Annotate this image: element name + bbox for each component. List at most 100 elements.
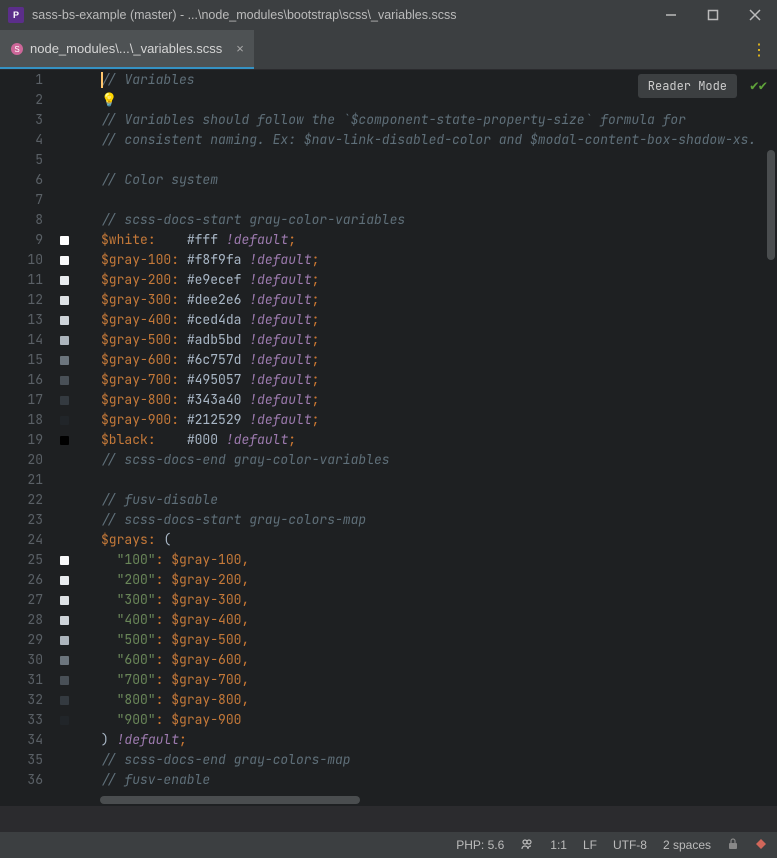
line-number[interactable]: 15 <box>0 350 43 370</box>
line-number[interactable]: 13 <box>0 310 43 330</box>
color-swatch-icon[interactable] <box>60 316 69 325</box>
code-line[interactable]: $gray-100: #f8f9fa !default; <box>101 250 777 270</box>
code-line[interactable] <box>101 150 777 170</box>
line-number[interactable]: 27 <box>0 590 43 610</box>
code-line[interactable]: $black: #000 !default; <box>101 430 777 450</box>
code-line[interactable]: // Variables <box>101 70 777 90</box>
line-number[interactable]: 1 <box>0 70 43 90</box>
code-editor[interactable]: Reader Mode ✔✔ 1234567891011121314151617… <box>0 70 777 806</box>
code-line[interactable]: // scss-docs-end gray-colors-map <box>101 750 777 770</box>
vertical-scrollbar[interactable] <box>767 150 775 260</box>
line-number[interactable]: 16 <box>0 370 43 390</box>
titlebar[interactable]: P sass-bs-example (master) - ...\node_mo… <box>0 0 777 30</box>
code-line[interactable]: "800": $gray-800, <box>101 690 777 710</box>
line-number[interactable]: 10 <box>0 250 43 270</box>
line-number[interactable]: 12 <box>0 290 43 310</box>
code-line[interactable]: $gray-600: #6c757d !default; <box>101 350 777 370</box>
code-line[interactable]: $gray-800: #343a40 !default; <box>101 390 777 410</box>
line-number[interactable]: 14 <box>0 330 43 350</box>
line-number-gutter[interactable]: 1234567891011121314151617181920212223242… <box>0 70 55 806</box>
line-number[interactable]: 20 <box>0 450 43 470</box>
line-number[interactable]: 35 <box>0 750 43 770</box>
tab-close-button[interactable]: × <box>236 41 244 56</box>
line-number[interactable]: 29 <box>0 630 43 650</box>
line-number[interactable]: 24 <box>0 530 43 550</box>
code-line[interactable]: "500": $gray-500, <box>101 630 777 650</box>
line-number[interactable]: 36 <box>0 770 43 790</box>
color-swatch-icon[interactable] <box>60 376 69 385</box>
maximize-button[interactable] <box>699 5 727 25</box>
code-line[interactable]: $gray-900: #212529 !default; <box>101 410 777 430</box>
line-number[interactable]: 4 <box>0 130 43 150</box>
color-swatch-icon[interactable] <box>60 616 69 625</box>
color-swatch-icon[interactable] <box>60 576 69 585</box>
color-swatch-icon[interactable] <box>60 356 69 365</box>
line-number[interactable]: 33 <box>0 710 43 730</box>
code-line[interactable]: $gray-200: #e9ecef !default; <box>101 270 777 290</box>
color-swatch-icon[interactable] <box>60 436 69 445</box>
code-line[interactable]: // fusv-enable <box>101 770 777 790</box>
color-swatch-icon[interactable] <box>60 416 69 425</box>
line-number[interactable]: 26 <box>0 570 43 590</box>
line-number[interactable]: 2 <box>0 90 43 110</box>
code-line[interactable]: ) !default; <box>101 730 777 750</box>
code-line[interactable]: // scss-docs-start gray-color-variables <box>101 210 777 230</box>
line-number[interactable]: 32 <box>0 690 43 710</box>
code-line[interactable] <box>101 190 777 210</box>
code-line[interactable]: $white: #fff !default; <box>101 230 777 250</box>
tab-actions-menu[interactable]: ⋮ <box>741 30 777 69</box>
color-swatch-icon[interactable] <box>60 236 69 245</box>
code-line[interactable]: $gray-700: #495057 !default; <box>101 370 777 390</box>
line-number[interactable]: 17 <box>0 390 43 410</box>
close-button[interactable] <box>741 5 769 25</box>
intention-bulb-icon[interactable]: 💡 <box>101 91 117 108</box>
color-swatch-icon[interactable] <box>60 596 69 605</box>
status-users-icon[interactable] <box>520 837 534 854</box>
line-number[interactable]: 28 <box>0 610 43 630</box>
line-number[interactable]: 21 <box>0 470 43 490</box>
color-swatch-icon[interactable] <box>60 396 69 405</box>
code-line[interactable]: $gray-300: #dee2e6 !default; <box>101 290 777 310</box>
line-number[interactable]: 25 <box>0 550 43 570</box>
code-line[interactable] <box>101 470 777 490</box>
horizontal-scrollbar[interactable] <box>100 796 360 804</box>
line-number[interactable]: 7 <box>0 190 43 210</box>
minimize-button[interactable] <box>657 5 685 25</box>
code-line[interactable]: $gray-500: #adb5bd !default; <box>101 330 777 350</box>
code-line[interactable]: "600": $gray-600, <box>101 650 777 670</box>
status-encoding[interactable]: UTF-8 <box>613 838 647 852</box>
code-line[interactable]: // Color system <box>101 170 777 190</box>
status-lock-icon[interactable] <box>727 838 739 853</box>
code-line[interactable]: "100": $gray-100, <box>101 550 777 570</box>
color-swatch-icon[interactable] <box>60 716 69 725</box>
line-number[interactable]: 11 <box>0 270 43 290</box>
status-git-icon[interactable] <box>755 838 767 853</box>
line-number[interactable]: 18 <box>0 410 43 430</box>
color-swatch-icon[interactable] <box>60 656 69 665</box>
color-swatch-icon[interactable] <box>60 256 69 265</box>
code-line[interactable]: // fusv-disable <box>101 490 777 510</box>
code-line[interactable]: "700": $gray-700, <box>101 670 777 690</box>
code-line[interactable]: "200": $gray-200, <box>101 570 777 590</box>
color-swatch-icon[interactable] <box>60 336 69 345</box>
code-line[interactable]: 💡 <box>101 90 777 110</box>
code-area[interactable]: // Variables💡// Variables should follow … <box>73 70 777 806</box>
color-swatch-icon[interactable] <box>60 696 69 705</box>
code-line[interactable]: "900": $gray-900 <box>101 710 777 730</box>
code-line[interactable]: // scss-docs-start gray-colors-map <box>101 510 777 530</box>
color-swatch-icon[interactable] <box>60 636 69 645</box>
line-number[interactable]: 3 <box>0 110 43 130</box>
line-number[interactable]: 31 <box>0 670 43 690</box>
status-line-ending[interactable]: LF <box>583 838 597 852</box>
line-number[interactable]: 6 <box>0 170 43 190</box>
color-swatch-icon[interactable] <box>60 296 69 305</box>
code-line[interactable]: // consistent naming. Ex: $nav-link-disa… <box>101 130 777 150</box>
line-number[interactable]: 30 <box>0 650 43 670</box>
code-line[interactable]: // scss-docs-end gray-color-variables <box>101 450 777 470</box>
code-line[interactable]: $grays: ( <box>101 530 777 550</box>
line-number[interactable]: 9 <box>0 230 43 250</box>
color-swatch-icon[interactable] <box>60 556 69 565</box>
line-number[interactable]: 22 <box>0 490 43 510</box>
code-line[interactable]: $gray-400: #ced4da !default; <box>101 310 777 330</box>
line-number[interactable]: 23 <box>0 510 43 530</box>
